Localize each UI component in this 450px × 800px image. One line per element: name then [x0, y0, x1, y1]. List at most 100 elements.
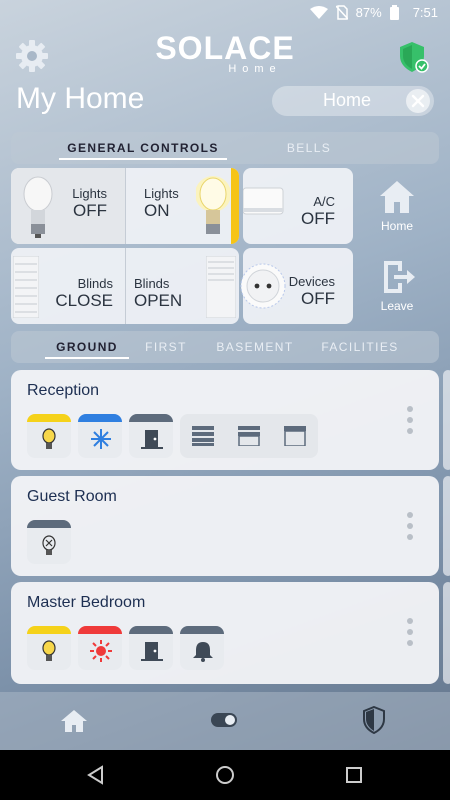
blinds-open-icon	[206, 256, 236, 318]
snowflake-icon	[91, 429, 111, 449]
house-icon	[61, 710, 87, 732]
room-name: Reception	[27, 382, 100, 399]
home-selector-label: Home	[322, 90, 371, 110]
system-navigation-bar	[0, 750, 450, 800]
device-bell[interactable]	[180, 626, 224, 670]
bulb-off-icon	[23, 176, 53, 238]
devices-state: OFF	[301, 289, 335, 308]
tab-basement[interactable]: BASEMENT	[211, 331, 299, 363]
home-circle-icon[interactable]	[215, 765, 235, 785]
page-title: My Home	[16, 82, 145, 115]
tools-icon	[406, 89, 430, 113]
blinds-closed-icon[interactable]	[192, 426, 214, 446]
more-options-icon[interactable]	[407, 406, 415, 436]
blinds-group	[180, 414, 318, 458]
bell-icon	[193, 642, 213, 662]
lights-off-state: OFF	[73, 201, 107, 220]
nav-controls-button[interactable]	[210, 712, 238, 733]
leave-mode-button[interactable]: Leave	[374, 258, 420, 316]
blinds-open-icon[interactable]	[284, 426, 306, 446]
back-icon[interactable]	[86, 765, 106, 785]
lights-off-label: Lights	[72, 186, 107, 201]
clock: 7:51	[412, 5, 438, 20]
blinds-half-icon[interactable]	[238, 426, 260, 446]
device-door[interactable]	[129, 626, 173, 670]
control-tabs: GENERAL CONTROLS BELLS	[11, 132, 439, 164]
tab-first[interactable]: FIRST	[137, 331, 195, 363]
nav-home-button[interactable]	[60, 708, 88, 739]
lights-on-state: ON	[144, 201, 170, 220]
home-selector[interactable]: Home	[272, 86, 434, 116]
blinds-close-button[interactable]: Blinds CLOSE	[11, 248, 125, 324]
lights-control: Lights OFF Lights ON	[11, 168, 239, 244]
tab-facilities[interactable]: FACILITIES	[311, 331, 409, 363]
blinds-open-button[interactable]: Blinds OPEN	[126, 248, 239, 324]
status-bar: 87% 7:51	[0, 0, 450, 26]
power-socket-icon	[240, 263, 286, 309]
tab-ground[interactable]: GROUND	[45, 331, 129, 363]
door-icon	[141, 430, 163, 449]
blinds-close-state: CLOSE	[55, 291, 113, 310]
next-card-peek	[443, 476, 450, 576]
home-mode-label: Home	[380, 219, 413, 233]
gear-icon	[16, 40, 48, 72]
ac-control-button[interactable]: A/C OFF	[243, 168, 353, 244]
wifi-icon	[309, 5, 328, 19]
toggle-icon	[211, 713, 237, 727]
nav-security-button[interactable]	[362, 705, 386, 739]
bulb-on-icon	[196, 176, 230, 234]
floor-tabs: GROUND FIRST BASEMENT FACILITIES	[11, 331, 439, 363]
tab-general-controls[interactable]: GENERAL CONTROLS	[59, 132, 227, 164]
device-heater[interactable]	[78, 626, 122, 670]
blinds-open-label: Blinds	[134, 276, 170, 291]
no-sim-icon	[335, 5, 348, 20]
exit-door-icon	[384, 261, 415, 293]
room-name: Master Bedroom	[27, 594, 146, 611]
house-icon	[380, 181, 414, 213]
bottom-navigation	[0, 692, 450, 750]
room-card-reception[interactable]: Reception	[11, 370, 439, 470]
more-options-icon[interactable]	[407, 512, 415, 542]
security-status-button[interactable]	[396, 40, 430, 74]
device-light[interactable]	[27, 520, 71, 564]
light-bulb-icon	[42, 640, 56, 661]
leave-mode-label: Leave	[380, 299, 414, 313]
device-ac[interactable]	[78, 414, 122, 458]
tab-bells[interactable]: BELLS	[251, 132, 367, 164]
blinds-open-state: OPEN	[134, 291, 183, 310]
bulb-off-icon	[42, 535, 56, 555]
door-icon	[141, 642, 163, 661]
recents-icon[interactable]	[345, 766, 363, 784]
ac-label: A/C	[313, 194, 335, 209]
app-logo: SOLACE Home	[150, 32, 300, 76]
ac-state: OFF	[301, 209, 335, 228]
lights-on-button[interactable]: Lights ON	[126, 168, 239, 244]
next-card-peek	[443, 582, 450, 684]
room-card-guest-room[interactable]: Guest Room	[11, 476, 439, 576]
device-light[interactable]	[27, 414, 71, 458]
blinds-closed-icon	[13, 256, 39, 318]
blinds-control: Blinds CLOSE Blinds OPEN	[11, 248, 239, 324]
shield-check-icon	[400, 42, 429, 73]
blinds-close-label: Blinds	[77, 276, 113, 291]
device-light[interactable]	[27, 626, 71, 670]
light-bulb-icon	[42, 428, 56, 449]
room-card-master-bedroom[interactable]: Master Bedroom	[11, 582, 439, 684]
logo-text: SOLACE	[155, 30, 295, 66]
lights-off-button[interactable]: Lights OFF	[11, 168, 125, 244]
room-name: Guest Room	[27, 488, 117, 505]
devices-label: Devices	[288, 274, 335, 289]
more-options-icon[interactable]	[407, 618, 415, 648]
sun-icon	[90, 640, 112, 662]
home-mode-button[interactable]: Home	[374, 178, 420, 236]
settings-button[interactable]	[14, 38, 50, 74]
battery-percent: 87%	[355, 5, 382, 20]
air-conditioner-icon	[243, 187, 284, 215]
battery-icon	[389, 5, 399, 20]
lights-on-label: Lights	[144, 186, 179, 201]
shield-icon	[363, 705, 385, 735]
lights-on-indicator	[231, 168, 239, 244]
next-card-peek	[443, 370, 450, 470]
devices-control-button[interactable]: Devices OFF	[240, 248, 353, 324]
device-door[interactable]	[129, 414, 173, 458]
